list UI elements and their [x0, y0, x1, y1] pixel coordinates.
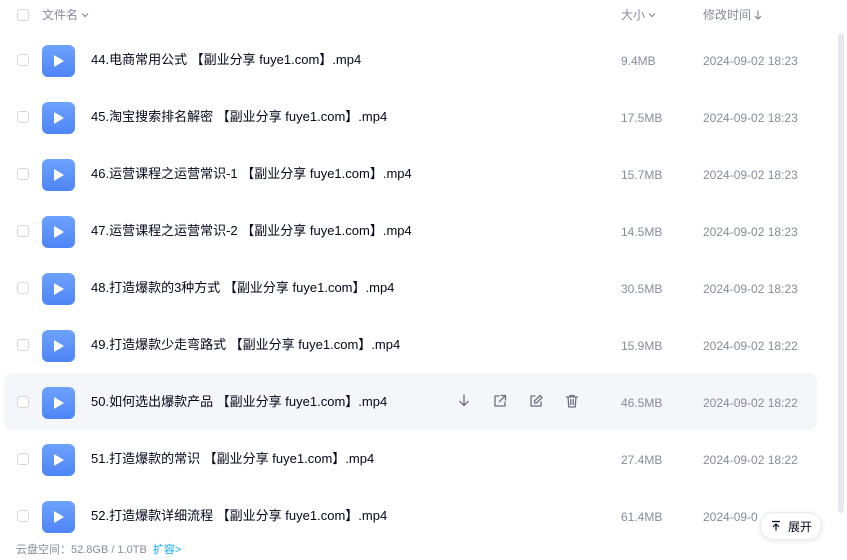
- file-size: 15.7MB: [621, 168, 663, 182]
- row-checkbox[interactable]: [17, 111, 29, 123]
- scrollbar[interactable]: [838, 33, 844, 513]
- file-modified-time: 2024-09-0: [703, 510, 758, 524]
- upload-arrow-icon: [771, 520, 780, 531]
- file-size: 27.4MB: [621, 453, 663, 467]
- sort-by-size[interactable]: 大小: [621, 7, 657, 23]
- file-row[interactable]: 48.打造爆款的3种方式 【副业分享 fuye1.com】.mp4 30.5MB 2…: [4, 259, 817, 316]
- edit-icon[interactable]: [528, 393, 544, 409]
- file-name[interactable]: 44.电商常用公式 【副业分享 fuye1.com】.mp4: [91, 52, 361, 68]
- file-row[interactable]: 45.淘宝搜索排名解密 【副业分享 fuye1.com】.mp4 17.5MB 20…: [4, 88, 817, 145]
- file-name[interactable]: 45.淘宝搜索排名解密 【副业分享 fuye1.com】.mp4: [91, 109, 387, 125]
- row-checkbox[interactable]: [17, 453, 29, 465]
- file-modified-time: 2024-09-02 18:22: [703, 339, 798, 353]
- download-icon[interactable]: [456, 393, 472, 409]
- arrow-down-icon: [754, 10, 762, 20]
- row-checkbox[interactable]: [17, 510, 29, 522]
- file-name[interactable]: 46.运营课程之运营常识-1 【副业分享 fuye1.com】.mp4: [91, 166, 412, 182]
- video-file-icon: [42, 330, 75, 362]
- file-name[interactable]: 48.打造爆款的3种方式 【副业分享 fuye1.com】.mp4: [91, 280, 394, 296]
- video-file-icon: [42, 273, 75, 305]
- storage-space-text: 云盘空间：52.8GB / 1.0TB: [16, 544, 147, 556]
- chevron-down-icon: [81, 13, 89, 18]
- file-row[interactable]: 44.电商常用公式 【副业分享 fuye1.com】.mp4 9.4MB 2024-…: [4, 31, 817, 88]
- row-checkbox[interactable]: [17, 339, 29, 351]
- file-row[interactable]: 47.运营课程之运营常识-2 【副业分享 fuye1.com】.mp4 14.5M…: [4, 202, 817, 259]
- file-row[interactable]: 51.打造爆款的常识 【副业分享 fuye1.com】.mp4 27.4MB 202…: [4, 430, 817, 487]
- video-file-icon: [42, 387, 75, 419]
- file-row[interactable]: 50.如何选出爆款产品 【副业分享 fuye1.com】.mp4 46.5MB 20…: [4, 373, 817, 430]
- file-size: 9.4MB: [621, 54, 656, 68]
- file-size: 61.4MB: [621, 510, 663, 524]
- file-name[interactable]: 52.打造爆款详细流程 【副业分享 fuye1.com】.mp4: [91, 508, 387, 524]
- video-file-icon: [42, 216, 75, 248]
- file-modified-time: 2024-09-02 18:23: [703, 282, 798, 296]
- file-modified-time: 2024-09-02 18:23: [703, 54, 798, 68]
- sort-by-time[interactable]: 修改时间: [703, 7, 763, 23]
- row-checkbox[interactable]: [17, 282, 29, 294]
- expand-button-label: 展开: [787, 519, 812, 534]
- file-modified-time: 2024-09-02 18:22: [703, 453, 798, 467]
- file-name[interactable]: 51.打造爆款的常识 【副业分享 fuye1.com】.mp4: [91, 451, 374, 467]
- file-size: 30.5MB: [621, 282, 663, 296]
- file-name[interactable]: 47.运营课程之运营常识-2 【副业分享 fuye1.com】.mp4: [91, 223, 412, 239]
- file-size: 17.5MB: [621, 111, 663, 125]
- file-modified-time: 2024-09-02 18:23: [703, 225, 798, 239]
- file-size: 15.9MB: [621, 339, 663, 353]
- row-checkbox[interactable]: [17, 225, 29, 237]
- trash-icon[interactable]: [564, 393, 580, 409]
- file-modified-time: 2024-09-02 18:23: [703, 168, 798, 182]
- chevron-down-icon: [648, 13, 656, 18]
- video-file-icon: [42, 444, 75, 476]
- video-file-icon: [42, 159, 75, 191]
- file-row[interactable]: 52.打造爆款详细流程 【副业分享 fuye1.com】.mp4 61.4MB 20…: [4, 487, 817, 544]
- file-name[interactable]: 50.如何选出爆款产品 【副业分享 fuye1.com】.mp4: [91, 394, 387, 410]
- select-all-checkbox[interactable]: [17, 9, 29, 21]
- sort-by-name[interactable]: 文件名: [42, 7, 90, 23]
- row-checkbox[interactable]: [17, 168, 29, 180]
- row-actions: [456, 393, 580, 409]
- video-file-icon: [42, 501, 75, 533]
- column-name-label: 文件名: [42, 8, 79, 22]
- video-file-icon: [42, 102, 75, 134]
- video-file-icon: [42, 45, 75, 77]
- file-modified-time: 2024-09-02 18:22: [703, 396, 798, 410]
- file-row[interactable]: 49.打造爆款少走弯路式 【副业分享 fuye1.com】.mp4 15.9MB 2…: [4, 316, 817, 373]
- file-list-header: 文件名 大小 修改时间: [0, 0, 847, 30]
- file-size: 14.5MB: [621, 225, 663, 239]
- expand-storage-link[interactable]: 扩容>: [153, 544, 181, 556]
- file-name[interactable]: 49.打造爆款少走弯路式 【副业分享 fuye1.com】.mp4: [91, 337, 400, 353]
- file-row[interactable]: 46.运营课程之运营常识-1 【副业分享 fuye1.com】.mp4 15.7M…: [4, 145, 817, 202]
- file-size: 46.5MB: [621, 396, 663, 410]
- file-modified-time: 2024-09-02 18:23: [703, 111, 798, 125]
- storage-footer: 云盘空间：52.8GB / 1.0TB 扩容>: [0, 538, 847, 560]
- column-size-label: 大小: [621, 8, 646, 22]
- expand-button[interactable]: 展开: [760, 512, 822, 540]
- column-time-label: 修改时间: [703, 8, 752, 22]
- share-icon[interactable]: [492, 393, 508, 409]
- row-checkbox[interactable]: [17, 396, 29, 408]
- row-checkbox[interactable]: [17, 54, 29, 66]
